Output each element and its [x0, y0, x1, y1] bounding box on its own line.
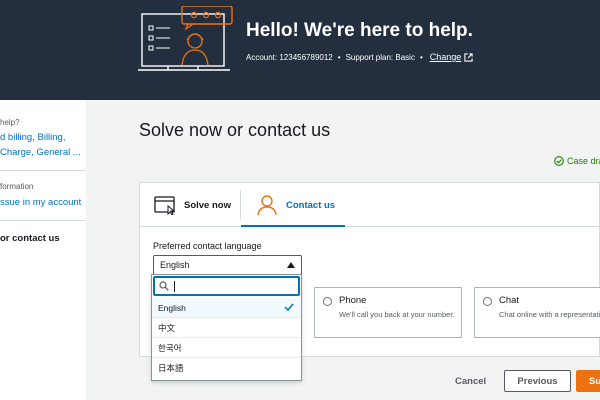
- caret-up-icon: [287, 262, 295, 268]
- cancel-button[interactable]: Cancel: [455, 376, 486, 387]
- language-option-english[interactable]: English: [152, 298, 301, 318]
- language-option-korean[interactable]: 한국어: [152, 338, 301, 358]
- case-draft-status: Case dra: [554, 156, 600, 166]
- tab-solve-now-label: Solve now: [184, 199, 231, 211]
- page-title: Solve now or contact us: [139, 120, 331, 140]
- text-cursor: [174, 280, 175, 292]
- language-dropdown: English 中文 한국어 日本語: [151, 274, 302, 381]
- chat-option[interactable]: Chat Chat online with a representative.: [474, 287, 600, 338]
- separator-dot: •: [419, 52, 423, 62]
- change-plan-label: Change: [429, 52, 462, 62]
- language-select[interactable]: English: [153, 255, 302, 275]
- tab-contact-us-label: Contact us: [286, 199, 336, 211]
- language-label: Preferred contact language: [153, 241, 262, 251]
- tab-solve-now[interactable]: Solve now: [154, 183, 231, 227]
- checkmark-icon: [284, 303, 294, 311]
- chat-radio[interactable]: [483, 297, 492, 306]
- phone-option-title: Phone: [339, 295, 367, 306]
- account-info-row: Account: 123456789012 • Support plan: Ba…: [246, 52, 473, 62]
- phone-option[interactable]: Phone We'll call you back at your number…: [314, 287, 462, 338]
- language-option-japanese[interactable]: 日本語: [152, 358, 301, 378]
- account-id-text: Account: 123456789012: [246, 52, 333, 62]
- person-icon: [257, 195, 277, 216]
- tab-contact-us[interactable]: Contact us: [256, 183, 335, 227]
- language-option-label: 中文: [158, 322, 176, 333]
- language-search-input[interactable]: [153, 276, 300, 296]
- sidebar-heading-help: help?: [0, 118, 20, 127]
- language-option-label: 日本語: [158, 363, 184, 373]
- previous-button-label: Previous: [517, 375, 558, 387]
- support-agent-illustration-icon: [138, 6, 233, 71]
- sidebar-link-billing[interactable]: d billing, Billing,: [0, 131, 65, 145]
- header-banner: Hello! We're here to help. Account: 1234…: [0, 0, 600, 100]
- external-link-icon: [464, 52, 473, 62]
- phone-radio[interactable]: [323, 297, 332, 306]
- sidebar-link-charge[interactable]: Charge, General ...: [0, 146, 81, 160]
- page-greeting: Hello! We're here to help.: [246, 20, 473, 41]
- language-option-label: 한국어: [158, 342, 182, 353]
- submit-button[interactable]: Su: [576, 370, 600, 392]
- language-option-label: English: [158, 302, 186, 313]
- browser-cursor-icon: [154, 196, 176, 215]
- separator-dot: •: [337, 52, 341, 62]
- active-tab-indicator: [241, 225, 345, 227]
- chat-option-desc: Chat online with a representative.: [499, 310, 600, 319]
- language-option-chinese[interactable]: 中文: [152, 318, 301, 338]
- language-selected-value: English: [160, 260, 190, 270]
- sidebar-divider: [0, 220, 86, 221]
- sidebar-link-issue[interactable]: ssue in my account: [0, 196, 81, 210]
- search-icon: [159, 281, 169, 291]
- sidebar-divider: [0, 170, 86, 171]
- case-draft-label: Case dra: [567, 156, 600, 166]
- submit-button-label: Su: [589, 375, 600, 387]
- sidebar-heading-information: formation: [0, 182, 34, 191]
- previous-button[interactable]: Previous: [504, 370, 571, 392]
- check-circle-icon: [554, 156, 564, 166]
- tab-separator: [240, 190, 241, 220]
- phone-option-desc: We'll call you back at your number.: [339, 310, 455, 319]
- tab-bar: Solve now Contact us: [140, 183, 600, 227]
- sidebar-item-solve-or-contact[interactable]: or contact us: [0, 233, 60, 244]
- support-plan-text: Support plan: Basic: [345, 52, 415, 62]
- chat-option-title: Chat: [499, 295, 520, 306]
- change-plan-link[interactable]: Change: [430, 52, 474, 62]
- sidebar: help? d billing, Billing, Charge, Genera…: [0, 100, 86, 400]
